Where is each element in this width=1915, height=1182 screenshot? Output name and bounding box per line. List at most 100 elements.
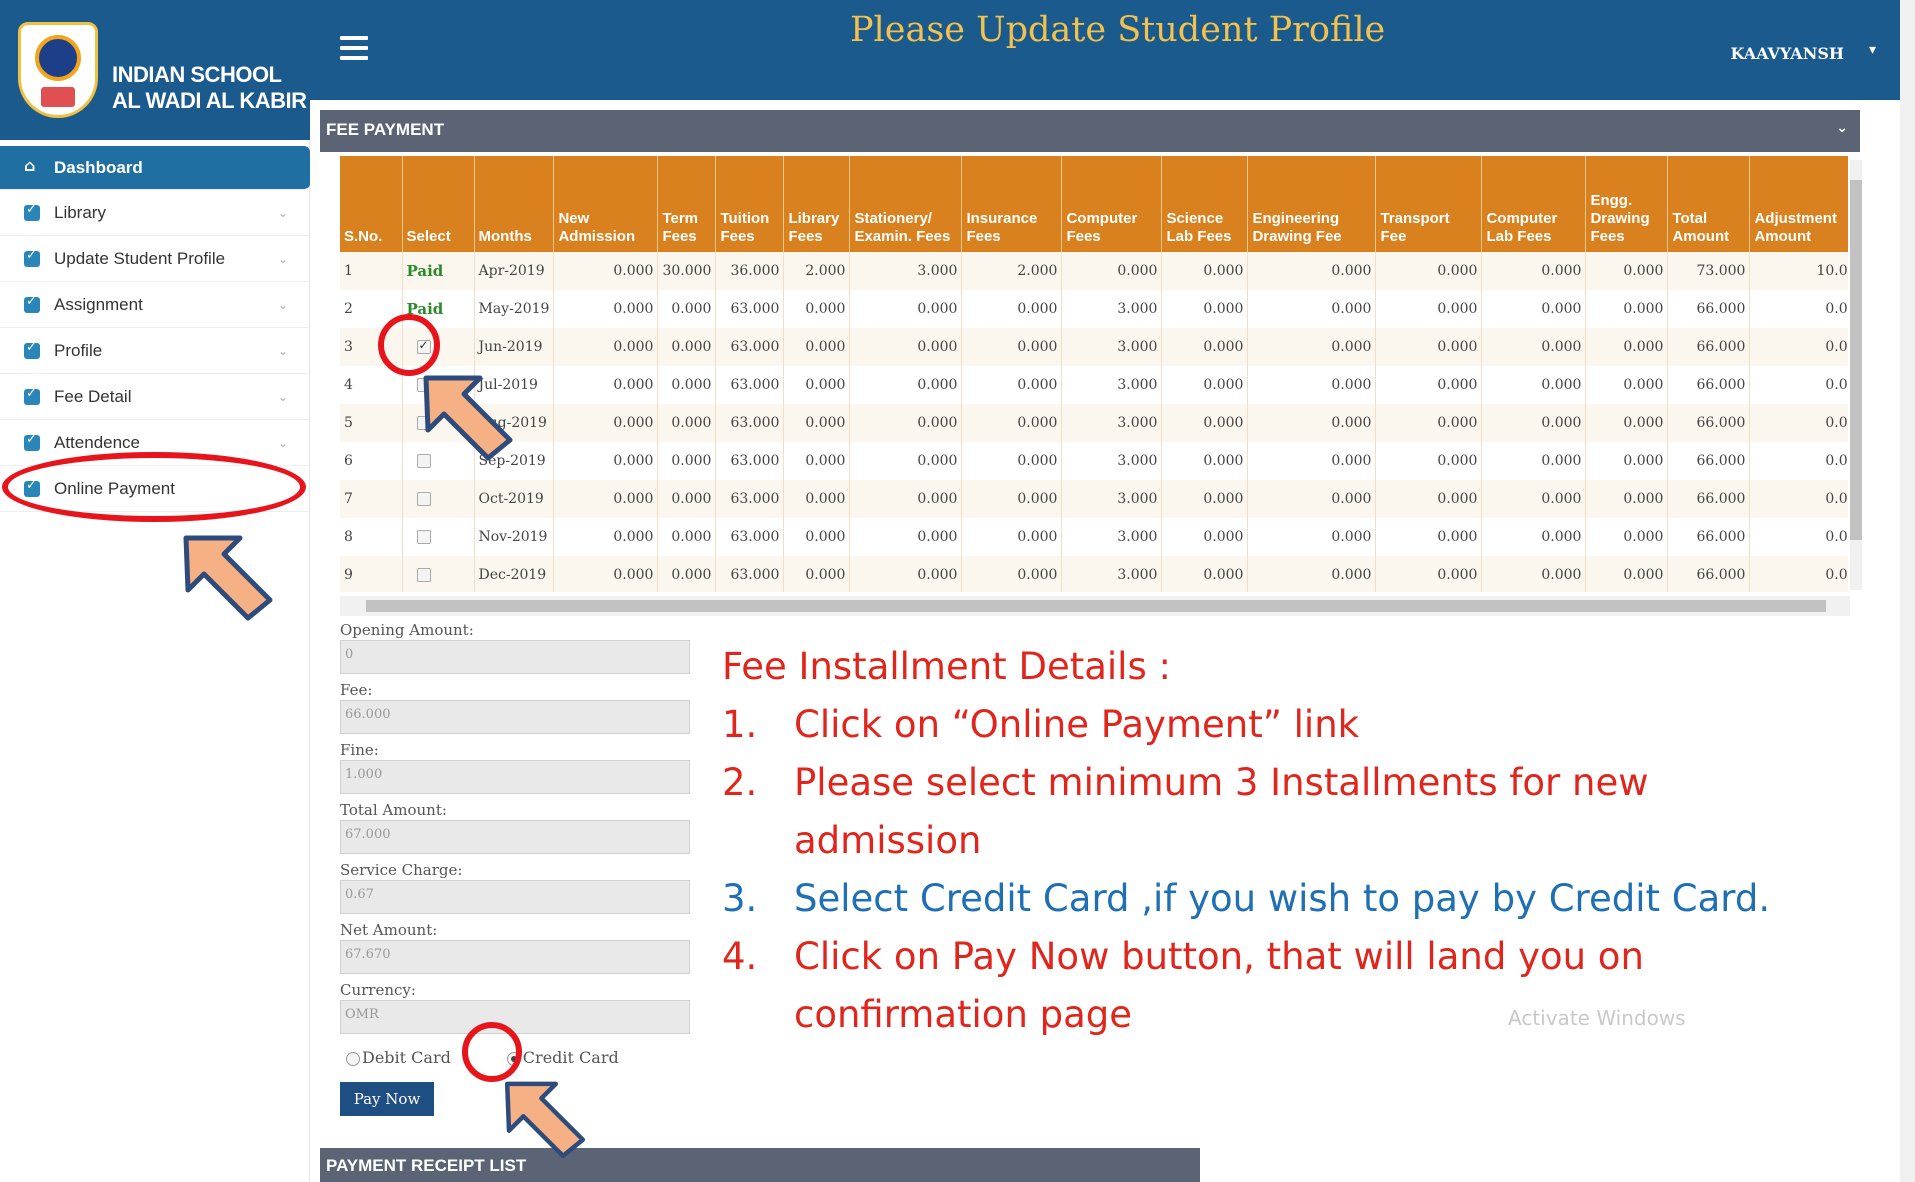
sidebar-item-profile[interactable]: Profile ⌄ bbox=[0, 328, 310, 374]
amount-cell: 0.000 bbox=[1161, 518, 1249, 556]
amount-cell: 0.000 bbox=[1161, 404, 1249, 442]
highlight-circle bbox=[2, 452, 306, 522]
amount-cell: 0.000 bbox=[1585, 366, 1669, 404]
amount-cell: 0.000 bbox=[1749, 480, 1848, 518]
installment-checkbox[interactable] bbox=[416, 492, 431, 506]
amount-cell: 0.000 bbox=[1481, 518, 1587, 556]
amount-cell: 0.000 bbox=[1375, 366, 1483, 404]
select-cell bbox=[402, 556, 475, 592]
net-amount-field[interactable]: 67.670 bbox=[340, 940, 690, 974]
amount-cell: 66.000 bbox=[1667, 366, 1751, 404]
hamburger-menu-icon[interactable] bbox=[340, 36, 368, 60]
sidebar-item-fee-detail[interactable]: Fee Detail ⌄ bbox=[0, 374, 310, 420]
column-header: New Admission bbox=[553, 156, 659, 252]
amount-cell: 0.000 bbox=[1585, 252, 1669, 290]
amount-cell: 2.000 bbox=[961, 252, 1063, 290]
column-header: Library Fees bbox=[783, 156, 851, 252]
amount-cell: 0.000 bbox=[849, 290, 963, 328]
table-row: 9 Dec-2019 0.000 0.000 63.000 0.000 0.000 0.000… bbox=[340, 556, 1848, 592]
fee-label: Fee: bbox=[340, 681, 373, 699]
amount-cell: 0.000 bbox=[961, 290, 1063, 328]
pay-now-button[interactable]: Pay Now bbox=[340, 1082, 434, 1116]
total-amount-field[interactable]: 67.000 bbox=[340, 820, 690, 854]
amount-cell: 0.000 bbox=[783, 442, 851, 480]
amount-cell: 63.000 bbox=[715, 480, 785, 518]
amount-cell: 0.000 bbox=[961, 518, 1063, 556]
amount-cell: 3.000 bbox=[1061, 290, 1163, 328]
sidebar-item-label: Attendence bbox=[54, 432, 141, 452]
checkbox-icon bbox=[24, 340, 40, 359]
service-charge-field[interactable]: 0.67 bbox=[340, 880, 690, 914]
serial-number-cell: 9 bbox=[340, 556, 403, 592]
table-horizontal-scrollbar[interactable] bbox=[340, 596, 1850, 616]
amount-cell: 63.000 bbox=[715, 290, 785, 328]
net-amount-label: Net Amount: bbox=[340, 921, 438, 939]
amount-cell: 0.000 bbox=[961, 366, 1063, 404]
sidebar-item-assignment[interactable]: Assignment ⌄ bbox=[0, 282, 310, 328]
fee-payment-panel-header: FEE PAYMENT ⌄ bbox=[320, 110, 1860, 152]
column-header: Science Lab Fees bbox=[1161, 156, 1249, 252]
sidebar-item-library[interactable]: Library ⌄ bbox=[0, 190, 310, 236]
user-menu-name[interactable]: KAAVYANSH bbox=[1731, 44, 1844, 63]
serial-number-cell: 5 bbox=[340, 404, 403, 442]
paid-status: Paid bbox=[406, 262, 444, 280]
amount-cell: 0.000 bbox=[1375, 404, 1483, 442]
amount-cell: 3.000 bbox=[1061, 442, 1163, 480]
fine-field[interactable]: 1.000 bbox=[340, 760, 690, 794]
page-scrollbar[interactable] bbox=[1900, 0, 1915, 1182]
sidebar-item-dashboard[interactable]: Dashboard bbox=[0, 146, 310, 190]
amount-cell: 66.000 bbox=[1667, 404, 1751, 442]
highlight-circle bbox=[462, 1022, 522, 1082]
amount-cell: 0.000 bbox=[657, 290, 717, 328]
amount-cell: 0.000 bbox=[783, 556, 851, 592]
pointer-arrow-icon bbox=[504, 1081, 586, 1159]
amount-cell: 0.000 bbox=[553, 442, 659, 480]
amount-cell: 0.000 bbox=[1749, 442, 1848, 480]
opening-amount-field[interactable]: 0 bbox=[340, 640, 690, 674]
amount-cell: 0.000 bbox=[849, 404, 963, 442]
table-body: 1 Paid Apr-2019 0.000 30.000 36.000 2.000 3.000… bbox=[340, 252, 1848, 592]
amount-cell: 0.000 bbox=[1247, 556, 1377, 592]
fee-field[interactable]: 66.000 bbox=[340, 700, 690, 734]
amount-cell: 0.000 bbox=[553, 366, 659, 404]
amount-cell: 0.000 bbox=[1247, 252, 1377, 290]
sidebar-item-label: Dashboard bbox=[54, 157, 143, 177]
amount-cell: 0.000 bbox=[849, 442, 963, 480]
amount-cell: 0.000 bbox=[1375, 556, 1483, 592]
amount-cell: 0.000 bbox=[849, 518, 963, 556]
amount-cell: 0.000 bbox=[1161, 328, 1249, 366]
amount-cell: 0.000 bbox=[1481, 366, 1587, 404]
month-cell: Oct-2019 bbox=[474, 480, 555, 518]
table-row: 2 Paid May-2019 0.000 0.000 63.000 0.000 0.000 0… bbox=[340, 290, 1848, 328]
pointer-arrow-icon bbox=[183, 535, 273, 621]
chevron-down-icon[interactable]: ⌄ bbox=[1836, 120, 1848, 136]
sidebar-item-update-student-profile[interactable]: Update Student Profile ⌄ bbox=[0, 236, 310, 282]
table-vertical-scrollbar[interactable] bbox=[1850, 160, 1862, 590]
amount-cell: 0.000 bbox=[1749, 366, 1848, 404]
amount-cell: 66.000 bbox=[1667, 442, 1751, 480]
currency-field[interactable]: OMR bbox=[340, 1000, 690, 1034]
amount-cell: 2.000 bbox=[783, 252, 851, 290]
month-cell: Dec-2019 bbox=[474, 556, 555, 592]
debit-card-radio[interactable] bbox=[346, 1051, 360, 1066]
installment-checkbox[interactable] bbox=[416, 530, 431, 544]
installment-checkbox[interactable] bbox=[416, 568, 431, 582]
column-header: Computer Fees bbox=[1061, 156, 1163, 252]
amount-cell: 66.000 bbox=[1667, 556, 1751, 592]
sidebar-item-label: Library bbox=[54, 202, 106, 222]
caret-down-icon[interactable]: ▾ bbox=[1869, 42, 1876, 58]
column-header: Engg. Drawing Fees bbox=[1585, 156, 1669, 252]
page-title[interactable]: Please Update Student Profile bbox=[850, 10, 1385, 50]
amount-cell: 0.000 bbox=[849, 556, 963, 592]
school-name-line2: AL WADI AL KABIR bbox=[112, 88, 307, 113]
table-row: 8 Nov-2019 0.000 0.000 63.000 0.000 0.000 0.000… bbox=[340, 518, 1848, 556]
instruction-step: 3. Select Credit Card ,if you wish to pa… bbox=[722, 870, 1842, 928]
highlight-circle bbox=[378, 314, 440, 376]
column-header: Tuition Fees bbox=[715, 156, 785, 252]
credit-card-label[interactable]: Credit Card bbox=[523, 1048, 619, 1067]
debit-card-label[interactable]: Debit Card bbox=[362, 1048, 451, 1067]
amount-cell: 0.000 bbox=[1749, 328, 1848, 366]
column-header: Months bbox=[474, 156, 555, 252]
amount-cell: 0.000 bbox=[1161, 442, 1249, 480]
select-cell bbox=[402, 518, 475, 556]
